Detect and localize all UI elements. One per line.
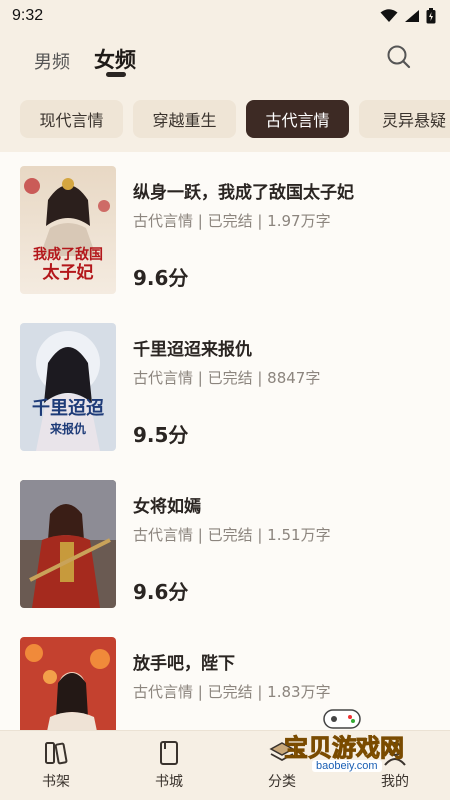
signal-icon <box>405 10 419 22</box>
search-icon <box>387 45 411 69</box>
book-meta: 古代言情 | 已完结 | 1.83万字 <box>133 683 331 701</box>
chip-ancient-romance[interactable]: 古代言情 <box>246 100 349 138</box>
battery-icon <box>426 8 436 24</box>
cover-image <box>20 637 116 730</box>
chip-modern-romance[interactable]: 现代言情 <box>20 100 123 138</box>
status-time: 9:32 <box>12 7 44 24</box>
book-title: 纵身一跃，我成了敌国太子妃 <box>133 183 354 203</box>
chip-time-travel[interactable]: 穿越重生 <box>133 100 236 138</box>
book-cover[interactable]: 千里迢迢 来报仇 <box>20 323 116 451</box>
book-item[interactable]: 我成了敌国 太子妃 纵身一跃，我成了敌国太子妃 古代言情 | 已完结 | 1.9… <box>0 152 450 302</box>
cover-title-line: 我成了敌国 <box>33 247 103 263</box>
book-item[interactable]: 千里迢迢 来报仇 千里迢迢来报仇 古代言情 | 已完结 | 8847字 9.5分 <box>0 309 450 459</box>
watermark: 宝贝游戏网 baobeiy.com <box>282 706 450 786</box>
tab-female[interactable]: 女频 <box>94 44 136 74</box>
book-item[interactable]: 女将如嫣 古代言情 | 已完结 | 1.51万字 9.6分 <box>0 466 450 616</box>
nav-label: 书城 <box>155 774 183 790</box>
search-button[interactable] <box>386 44 412 70</box>
book-meta: 古代言情 | 已完结 | 8847字 <box>133 369 321 387</box>
watermark-text: 宝贝游戏网 <box>284 734 405 763</box>
book-score: 9.6分 <box>133 580 189 604</box>
cover-title: 千里迢迢 来报仇 <box>20 399 116 439</box>
book-title: 女将如嫣 <box>133 497 201 517</box>
status-icons <box>380 8 436 24</box>
book-title: 千里迢迢来报仇 <box>133 340 252 360</box>
tab-indicator <box>106 72 126 77</box>
cover-title-line: 千里迢迢 <box>32 398 104 419</box>
cover-title: 我成了敌国 太子妃 <box>20 246 116 282</box>
book-score: 9.5分 <box>133 423 189 447</box>
book-cover[interactable]: 我成了敌国 太子妃 <box>20 166 116 294</box>
bookstore-icon <box>160 741 178 765</box>
watermark-url: baobeiy.com <box>312 760 382 772</box>
nav-label: 书架 <box>42 774 70 790</box>
tab-male[interactable]: 男频 <box>34 48 70 74</box>
book-cover[interactable] <box>20 637 116 730</box>
cover-title-line: 太子妃 <box>42 263 94 283</box>
book-score: 9.6分 <box>133 266 189 290</box>
cover-title-line: 来报仇 <box>49 422 86 436</box>
book-meta: 古代言情 | 已完结 | 1.51万字 <box>133 526 331 544</box>
wifi-icon <box>380 9 398 22</box>
book-meta: 古代言情 | 已完结 | 1.97万字 <box>133 212 331 230</box>
bookshelf-icon <box>45 742 68 765</box>
nav-bookshelf[interactable]: 书架 <box>26 739 86 791</box>
book-cover[interactable] <box>20 480 116 608</box>
status-bar: 9:32 <box>0 0 450 32</box>
cover-image <box>20 480 116 608</box>
book-list: 我成了敌国 太子妃 纵身一跃，我成了敌国太子妃 古代言情 | 已完结 | 1.9… <box>0 152 450 730</box>
nav-bookstore[interactable]: 书城 <box>139 739 199 791</box>
book-title: 放手吧，陛下 <box>133 654 235 674</box>
chip-supernatural[interactable]: 灵异悬疑 <box>359 100 450 138</box>
category-chips: 现代言情 穿越重生 古代言情 灵异悬疑 <box>0 90 450 152</box>
header: 男频 女频 <box>0 32 450 90</box>
